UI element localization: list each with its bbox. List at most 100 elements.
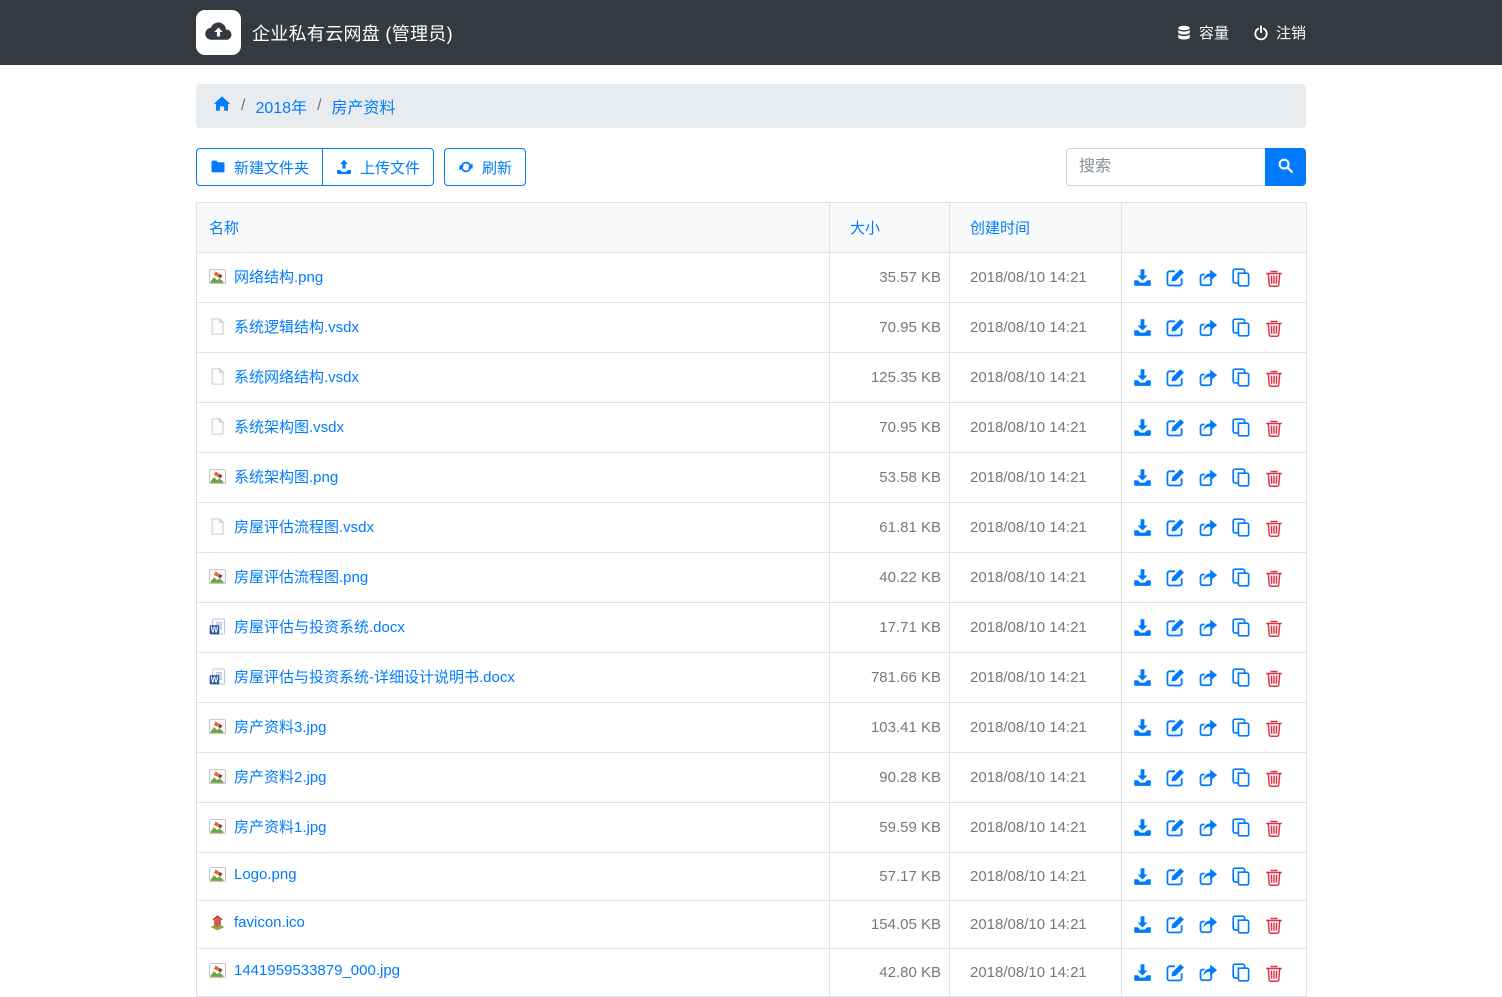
edit-button[interactable]: [1166, 318, 1185, 337]
file-link[interactable]: 1441959533879_000.jpg: [209, 962, 400, 979]
download-button[interactable]: [1133, 668, 1152, 687]
delete-button[interactable]: [1265, 769, 1283, 787]
copy-button[interactable]: [1232, 618, 1251, 637]
share-button[interactable]: [1199, 818, 1218, 837]
edit-button[interactable]: [1166, 818, 1185, 837]
new-folder-button[interactable]: 新建文件夹: [196, 148, 323, 186]
file-link[interactable]: 系统架构图.png: [209, 466, 338, 487]
sort-by-created-link[interactable]: 创建时间: [970, 220, 1030, 237]
share-button[interactable]: [1199, 468, 1218, 487]
edit-button[interactable]: [1166, 368, 1185, 387]
edit-button[interactable]: [1166, 468, 1185, 487]
edit-button[interactable]: [1166, 268, 1185, 287]
copy-button[interactable]: [1232, 668, 1251, 687]
download-button[interactable]: [1133, 915, 1152, 934]
share-button[interactable]: [1199, 418, 1218, 437]
share-button[interactable]: [1199, 618, 1218, 637]
refresh-button[interactable]: 刷新: [444, 148, 526, 186]
download-button[interactable]: [1133, 568, 1152, 587]
delete-button[interactable]: [1265, 819, 1283, 837]
delete-button[interactable]: [1265, 519, 1283, 537]
download-button[interactable]: [1133, 818, 1152, 837]
edit-button[interactable]: [1166, 518, 1185, 537]
file-link[interactable]: W 房屋评估与投资系统-详细设计说明书.docx: [209, 666, 515, 687]
breadcrumb-item-current[interactable]: 房产资料: [332, 94, 396, 118]
share-button[interactable]: [1199, 518, 1218, 537]
share-button[interactable]: [1199, 268, 1218, 287]
download-button[interactable]: [1133, 963, 1152, 982]
delete-button[interactable]: [1265, 319, 1283, 337]
edit-button[interactable]: [1166, 418, 1185, 437]
file-link[interactable]: 系统网络结构.vsdx: [209, 366, 359, 387]
delete-button[interactable]: [1265, 916, 1283, 934]
delete-button[interactable]: [1265, 964, 1283, 982]
edit-button[interactable]: [1166, 718, 1185, 737]
file-link[interactable]: favicon.ico: [209, 914, 305, 931]
copy-button[interactable]: [1232, 963, 1251, 982]
copy-button[interactable]: [1232, 518, 1251, 537]
file-link[interactable]: 房屋评估流程图.png: [209, 566, 368, 587]
edit-button[interactable]: [1166, 867, 1185, 886]
copy-button[interactable]: [1232, 318, 1251, 337]
edit-button[interactable]: [1166, 668, 1185, 687]
sort-by-size-link[interactable]: 大小: [850, 220, 880, 237]
download-button[interactable]: [1133, 718, 1152, 737]
delete-button[interactable]: [1265, 868, 1283, 886]
app-brand[interactable]: 企业私有云网盘 (管理员): [196, 10, 453, 55]
file-link[interactable]: 房产资料3.jpg: [209, 716, 327, 737]
share-button[interactable]: [1199, 368, 1218, 387]
capacity-link[interactable]: 容量: [1176, 22, 1229, 43]
file-link[interactable]: 系统逻辑结构.vsdx: [209, 316, 359, 337]
delete-button[interactable]: [1265, 269, 1283, 287]
share-button[interactable]: [1199, 718, 1218, 737]
delete-button[interactable]: [1265, 619, 1283, 637]
delete-button[interactable]: [1265, 669, 1283, 687]
edit-button[interactable]: [1166, 618, 1185, 637]
search-button[interactable]: [1265, 148, 1306, 186]
copy-button[interactable]: [1232, 568, 1251, 587]
share-button[interactable]: [1199, 768, 1218, 787]
copy-button[interactable]: [1232, 818, 1251, 837]
download-button[interactable]: [1133, 518, 1152, 537]
download-button[interactable]: [1133, 268, 1152, 287]
download-button[interactable]: [1133, 468, 1152, 487]
download-button[interactable]: [1133, 768, 1152, 787]
delete-button[interactable]: [1265, 569, 1283, 587]
delete-button[interactable]: [1265, 369, 1283, 387]
share-button[interactable]: [1199, 915, 1218, 934]
copy-button[interactable]: [1232, 368, 1251, 387]
file-link[interactable]: 房产资料1.jpg: [209, 816, 327, 837]
delete-button[interactable]: [1265, 469, 1283, 487]
edit-button[interactable]: [1166, 915, 1185, 934]
edit-button[interactable]: [1166, 568, 1185, 587]
copy-button[interactable]: [1232, 867, 1251, 886]
share-button[interactable]: [1199, 568, 1218, 587]
file-link[interactable]: 房屋评估流程图.vsdx: [209, 516, 374, 537]
upload-file-button[interactable]: 上传文件: [323, 148, 434, 186]
share-button[interactable]: [1199, 668, 1218, 687]
file-link[interactable]: W 房屋评估与投资系统.docx: [209, 616, 405, 637]
share-button[interactable]: [1199, 963, 1218, 982]
edit-button[interactable]: [1166, 963, 1185, 982]
logout-link[interactable]: 注销: [1253, 22, 1306, 43]
sort-by-name-link[interactable]: 名称: [209, 220, 239, 237]
download-button[interactable]: [1133, 368, 1152, 387]
file-link[interactable]: 网络结构.png: [209, 266, 323, 287]
file-link[interactable]: 系统架构图.vsdx: [209, 416, 344, 437]
edit-button[interactable]: [1166, 768, 1185, 787]
file-link[interactable]: Logo.png: [209, 866, 297, 883]
copy-button[interactable]: [1232, 915, 1251, 934]
download-button[interactable]: [1133, 318, 1152, 337]
breadcrumb-home-link[interactable]: [213, 95, 231, 118]
file-link[interactable]: 房产资料2.jpg: [209, 766, 327, 787]
copy-button[interactable]: [1232, 268, 1251, 287]
download-button[interactable]: [1133, 618, 1152, 637]
download-button[interactable]: [1133, 867, 1152, 886]
copy-button[interactable]: [1232, 718, 1251, 737]
breadcrumb-item-2018[interactable]: 2018年: [255, 94, 307, 118]
delete-button[interactable]: [1265, 719, 1283, 737]
download-button[interactable]: [1133, 418, 1152, 437]
share-button[interactable]: [1199, 867, 1218, 886]
copy-button[interactable]: [1232, 768, 1251, 787]
delete-button[interactable]: [1265, 419, 1283, 437]
